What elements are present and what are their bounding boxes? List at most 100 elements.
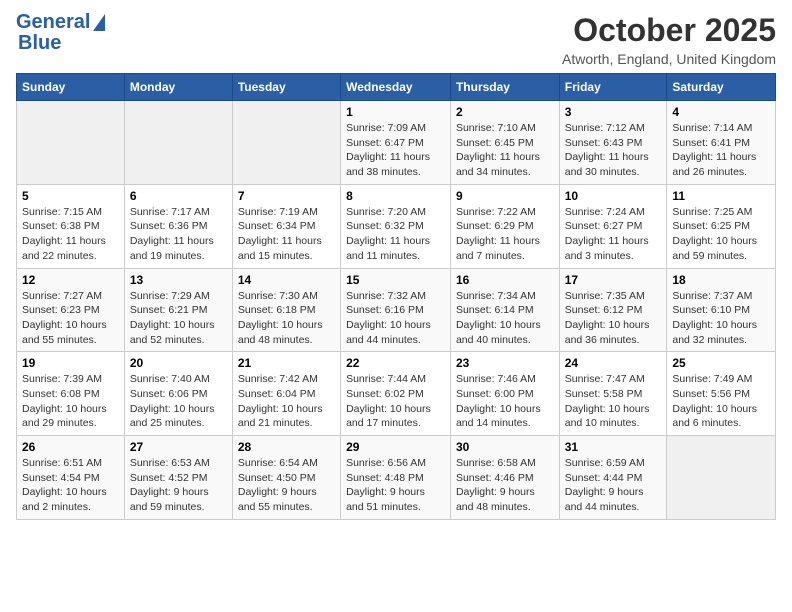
table-row: 19 Sunrise: 7:39 AM Sunset: 6:08 PM Dayli… bbox=[17, 352, 125, 436]
day-info: Sunrise: 7:30 AM Sunset: 6:18 PM Dayligh… bbox=[238, 289, 335, 348]
day-info: Sunrise: 7:39 AM Sunset: 6:08 PM Dayligh… bbox=[22, 372, 119, 431]
table-row: 1Sunrise: 7:09 AM Sunset: 6:47 PM Daylig… bbox=[341, 101, 451, 185]
main-container: General Blue October 2025 Atworth, Engla… bbox=[0, 0, 792, 528]
title-block: October 2025 Atworth, England, United Ki… bbox=[562, 12, 776, 67]
day-info: Sunrise: 6:51 AM Sunset: 4:54 PM Dayligh… bbox=[22, 456, 119, 515]
table-row: 22Sunrise: 7:44 AM Sunset: 6:02 PM Dayli… bbox=[341, 352, 451, 436]
day-info: Sunrise: 7:22 AM Sunset: 6:29 PM Dayligh… bbox=[456, 205, 554, 264]
table-row: 30Sunrise: 6:58 AM Sunset: 4:46 PM Dayli… bbox=[450, 436, 559, 520]
table-row: 21 Sunrise: 7:42 AM Sunset: 6:04 PM Dayli… bbox=[232, 352, 340, 436]
day-number: 21 bbox=[238, 356, 335, 370]
day-number: 30 bbox=[456, 440, 554, 454]
day-number: 11 bbox=[672, 189, 770, 203]
day-info: Sunrise: 7:10 AM Sunset: 6:45 PM Dayligh… bbox=[456, 121, 554, 180]
day-number: 23 bbox=[456, 356, 554, 370]
table-row: 10Sunrise: 7:24 AM Sunset: 6:27 PM Dayli… bbox=[559, 184, 667, 268]
logo: General Blue bbox=[16, 12, 105, 54]
day-info: Sunrise: 7:37 AM Sunset: 6:10 PM Dayligh… bbox=[672, 289, 770, 348]
table-row: 9 Sunrise: 7:22 AM Sunset: 6:29 PM Daylig… bbox=[450, 184, 559, 268]
table-row: 16 Sunrise: 7:34 AM Sunset: 6:14 PM Dayli… bbox=[450, 268, 559, 352]
day-number: 15 bbox=[346, 273, 445, 287]
table-row: 27 Sunrise: 6:53 AM Sunset: 4:52 PM Dayli… bbox=[124, 436, 232, 520]
day-info: Sunrise: 7:19 AM Sunset: 6:34 PM Dayligh… bbox=[238, 205, 335, 264]
day-info: Sunrise: 7:47 AM Sunset: 5:58 PM Dayligh… bbox=[565, 372, 662, 431]
col-tuesday: Tuesday bbox=[232, 74, 340, 101]
table-row bbox=[17, 101, 125, 185]
calendar-week-row: 12Sunrise: 7:27 AM Sunset: 6:23 PM Dayli… bbox=[17, 268, 776, 352]
day-info: Sunrise: 7:14 AM Sunset: 6:41 PM Dayligh… bbox=[672, 121, 770, 180]
table-row bbox=[124, 101, 232, 185]
table-row: 31 Sunrise: 6:59 AM Sunset: 4:44 PM Dayli… bbox=[559, 436, 667, 520]
logo-general: General bbox=[16, 12, 90, 33]
table-row: 3 Sunrise: 7:12 AM Sunset: 6:43 PM Daylig… bbox=[559, 101, 667, 185]
day-info: Sunrise: 6:54 AM Sunset: 4:50 PM Dayligh… bbox=[238, 456, 335, 515]
day-number: 8 bbox=[346, 189, 445, 203]
day-number: 19 bbox=[22, 356, 119, 370]
logo-blue: Blue bbox=[18, 33, 105, 54]
day-number: 1 bbox=[346, 105, 445, 119]
col-saturday: Saturday bbox=[667, 74, 776, 101]
col-sunday: Sunday bbox=[17, 74, 125, 101]
day-number: 2 bbox=[456, 105, 554, 119]
day-info: Sunrise: 7:25 AM Sunset: 6:25 PM Dayligh… bbox=[672, 205, 770, 264]
day-number: 26 bbox=[22, 440, 119, 454]
day-number: 20 bbox=[130, 356, 227, 370]
day-number: 25 bbox=[672, 356, 770, 370]
day-number: 27 bbox=[130, 440, 227, 454]
day-number: 18 bbox=[672, 273, 770, 287]
table-row: 6Sunrise: 7:17 AM Sunset: 6:36 PM Daylig… bbox=[124, 184, 232, 268]
day-info: Sunrise: 7:34 AM Sunset: 6:14 PM Dayligh… bbox=[456, 289, 554, 348]
table-row: 5Sunrise: 7:15 AM Sunset: 6:38 PM Daylig… bbox=[17, 184, 125, 268]
day-info: Sunrise: 7:15 AM Sunset: 6:38 PM Dayligh… bbox=[22, 205, 119, 264]
day-number: 29 bbox=[346, 440, 445, 454]
calendar-week-row: 19 Sunrise: 7:39 AM Sunset: 6:08 PM Dayli… bbox=[17, 352, 776, 436]
day-info: Sunrise: 7:40 AM Sunset: 6:06 PM Dayligh… bbox=[130, 372, 227, 431]
header: General Blue October 2025 Atworth, Engla… bbox=[16, 12, 776, 67]
table-row: 2 Sunrise: 7:10 AM Sunset: 6:45 PM Daylig… bbox=[450, 101, 559, 185]
day-info: Sunrise: 7:32 AM Sunset: 6:16 PM Dayligh… bbox=[346, 289, 445, 348]
day-number: 31 bbox=[565, 440, 662, 454]
day-info: Sunrise: 7:42 AM Sunset: 6:04 PM Dayligh… bbox=[238, 372, 335, 431]
table-row: 26 Sunrise: 6:51 AM Sunset: 4:54 PM Dayli… bbox=[17, 436, 125, 520]
day-number: 6 bbox=[130, 189, 227, 203]
col-friday: Friday bbox=[559, 74, 667, 101]
calendar-week-row: 1Sunrise: 7:09 AM Sunset: 6:47 PM Daylig… bbox=[17, 101, 776, 185]
day-number: 14 bbox=[238, 273, 335, 287]
table-row: 4 Sunrise: 7:14 AM Sunset: 6:41 PM Daylig… bbox=[667, 101, 776, 185]
table-row: 24 Sunrise: 7:47 AM Sunset: 5:58 PM Dayli… bbox=[559, 352, 667, 436]
day-info: Sunrise: 7:49 AM Sunset: 5:56 PM Dayligh… bbox=[672, 372, 770, 431]
col-thursday: Thursday bbox=[450, 74, 559, 101]
table-row: 14 Sunrise: 7:30 AM Sunset: 6:18 PM Dayli… bbox=[232, 268, 340, 352]
day-number: 24 bbox=[565, 356, 662, 370]
table-row: 29 Sunrise: 6:56 AM Sunset: 4:48 PM Dayli… bbox=[341, 436, 451, 520]
day-info: Sunrise: 7:46 AM Sunset: 6:00 PM Dayligh… bbox=[456, 372, 554, 431]
table-row bbox=[232, 101, 340, 185]
day-number: 3 bbox=[565, 105, 662, 119]
table-row: 8Sunrise: 7:20 AM Sunset: 6:32 PM Daylig… bbox=[341, 184, 451, 268]
day-number: 16 bbox=[456, 273, 554, 287]
table-row: 11 Sunrise: 7:25 AM Sunset: 6:25 PM Dayli… bbox=[667, 184, 776, 268]
day-info: Sunrise: 6:53 AM Sunset: 4:52 PM Dayligh… bbox=[130, 456, 227, 515]
weekday-header-row: Sunday Monday Tuesday Wednesday Thursday… bbox=[17, 74, 776, 101]
day-info: Sunrise: 7:35 AM Sunset: 6:12 PM Dayligh… bbox=[565, 289, 662, 348]
day-number: 28 bbox=[238, 440, 335, 454]
day-info: Sunrise: 6:59 AM Sunset: 4:44 PM Dayligh… bbox=[565, 456, 662, 515]
day-number: 12 bbox=[22, 273, 119, 287]
day-info: Sunrise: 6:56 AM Sunset: 4:48 PM Dayligh… bbox=[346, 456, 445, 515]
table-row: 20 Sunrise: 7:40 AM Sunset: 6:06 PM Dayli… bbox=[124, 352, 232, 436]
table-row: 18 Sunrise: 7:37 AM Sunset: 6:10 PM Dayli… bbox=[667, 268, 776, 352]
col-wednesday: Wednesday bbox=[341, 74, 451, 101]
day-info: Sunrise: 7:12 AM Sunset: 6:43 PM Dayligh… bbox=[565, 121, 662, 180]
day-info: Sunrise: 7:29 AM Sunset: 6:21 PM Dayligh… bbox=[130, 289, 227, 348]
day-number: 9 bbox=[456, 189, 554, 203]
table-row bbox=[667, 436, 776, 520]
calendar-week-row: 5Sunrise: 7:15 AM Sunset: 6:38 PM Daylig… bbox=[17, 184, 776, 268]
table-row: 25 Sunrise: 7:49 AM Sunset: 5:56 PM Dayli… bbox=[667, 352, 776, 436]
table-row: 23 Sunrise: 7:46 AM Sunset: 6:00 PM Dayli… bbox=[450, 352, 559, 436]
day-info: Sunrise: 7:24 AM Sunset: 6:27 PM Dayligh… bbox=[565, 205, 662, 264]
day-number: 13 bbox=[130, 273, 227, 287]
month-title: October 2025 bbox=[562, 12, 776, 49]
table-row: 15 Sunrise: 7:32 AM Sunset: 6:16 PM Dayli… bbox=[341, 268, 451, 352]
day-number: 4 bbox=[672, 105, 770, 119]
day-info: Sunrise: 7:44 AM Sunset: 6:02 PM Dayligh… bbox=[346, 372, 445, 431]
